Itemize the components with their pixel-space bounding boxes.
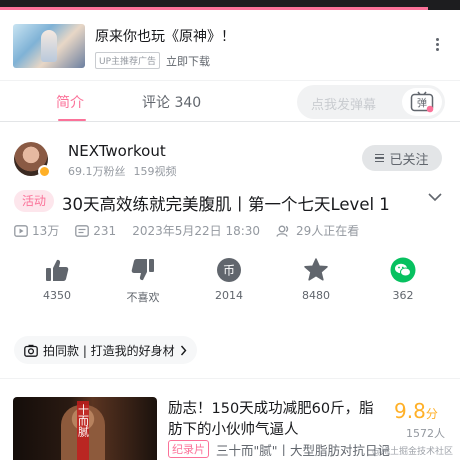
more-vertical-icon[interactable] (432, 38, 442, 54)
recommended-title[interactable]: 励志！150天成功减肥60斤，脂肪下的小伙帅气逼人 (168, 399, 383, 441)
favorite-count: 8480 (302, 289, 330, 302)
chevron-down-icon[interactable] (428, 192, 442, 202)
shop-same-style-button[interactable]: 拍同款 | 打造我的好身材 (14, 336, 197, 364)
wechat-icon (390, 257, 416, 283)
thumbs-down-icon (131, 259, 154, 281)
share-count: 362 (392, 289, 414, 302)
documentary-tag: 纪录片 (168, 440, 209, 458)
danmaku-input[interactable]: 点我发弹幕 弹 (297, 85, 445, 119)
fans-count: 69.1万粉丝 (68, 165, 126, 178)
publish-date: 2023年5月22日 18:30 (132, 224, 261, 238)
uploader-section: NEXTworkout 69.1万粉丝 159视频 已关注 (0, 122, 460, 182)
tab-bar: 简介 评论 340 点我发弹幕 弹 (0, 80, 460, 122)
uploader-name[interactable]: NEXTworkout (68, 142, 166, 160)
rating-value: 9.8 (394, 399, 426, 423)
ad-tag: UP主推荐广告 (95, 52, 161, 69)
video-player-bottom[interactable] (0, 0, 460, 10)
shop-label: 拍同款 | 打造我的好身材 (43, 343, 175, 358)
camera-icon (24, 344, 38, 357)
tab-active-indicator (58, 119, 86, 121)
viewers-icon (276, 225, 289, 237)
view-count: 13万 (32, 224, 60, 238)
menu-icon (375, 152, 385, 165)
like-count: 4350 (43, 289, 71, 302)
danmaku-toggle-icon: 弹 (410, 91, 434, 113)
dislike-button[interactable]: 不喜欢 (113, 256, 173, 305)
activity-badge[interactable]: 活动 (14, 190, 55, 212)
video-meta: 13万 231 2023年5月22日 18:30 29人正在看 (14, 222, 359, 239)
rating-count: 1572人 (406, 427, 445, 440)
verified-badge-icon (38, 165, 51, 178)
recommended-desc: 三十而"腻"丨大型脂肪对抗日记 (216, 443, 390, 458)
ad-banner[interactable]: 原来你也玩《原神》！ UP主推荐广告 立即下载 (0, 10, 460, 80)
favorite-button[interactable]: 8480 (286, 256, 346, 302)
dislike-label: 不喜欢 (126, 291, 160, 304)
coin-icon: 币 (217, 258, 241, 282)
rating-unit: 分 (425, 407, 438, 421)
danmaku-count-icon (75, 224, 90, 237)
action-bar: 4350 不喜欢 币 2014 8480 362 (0, 256, 460, 308)
video-title-row: 活动 30天高效练就完美腹肌丨第一个七天Level 1 (0, 186, 460, 216)
share-button[interactable]: 362 (373, 256, 433, 302)
danmaku-placeholder: 点我发弹幕 (311, 98, 377, 113)
coin-glyph: 币 (223, 264, 235, 278)
rating-score: 9.8分 (394, 399, 438, 423)
star-icon (304, 258, 328, 281)
ad-title[interactable]: 原来你也玩《原神》！ (95, 26, 235, 46)
tab-comments[interactable]: 评论 340 (142, 92, 201, 112)
ad-thumbnail[interactable] (13, 24, 85, 68)
video-title: 30天高效练就完美腹肌丨第一个七天Level 1 (62, 195, 390, 214)
follow-button[interactable]: 已关注 (362, 145, 442, 171)
video-count: 159视频 (133, 165, 177, 178)
ad-download-link[interactable]: 立即下载 (166, 53, 210, 69)
coin-count: 2014 (215, 289, 243, 302)
follow-label: 已关注 (389, 152, 429, 168)
chevron-right-icon (180, 345, 187, 355)
recommended-thumbnail[interactable]: 三十而腻 (13, 397, 157, 460)
tab-intro[interactable]: 简介 (56, 92, 84, 112)
danmaku-toggle-button[interactable]: 弹 (402, 88, 442, 116)
watching-count: 29人正在看 (296, 224, 360, 238)
thumb-title-chars: 三十而腻 (77, 403, 89, 438)
play-count-icon (14, 224, 28, 237)
watermark: @稀土掘金技术社区 (372, 447, 454, 457)
danmaku-count: 231 (93, 223, 117, 238)
danmaku-toggle-char: 弹 (417, 97, 427, 110)
thumb-title-text: 三十而腻 (77, 403, 89, 438)
like-button[interactable]: 4350 (27, 256, 87, 302)
coin-button[interactable]: 币 2014 (199, 256, 259, 302)
thumbs-up-icon (46, 259, 69, 281)
